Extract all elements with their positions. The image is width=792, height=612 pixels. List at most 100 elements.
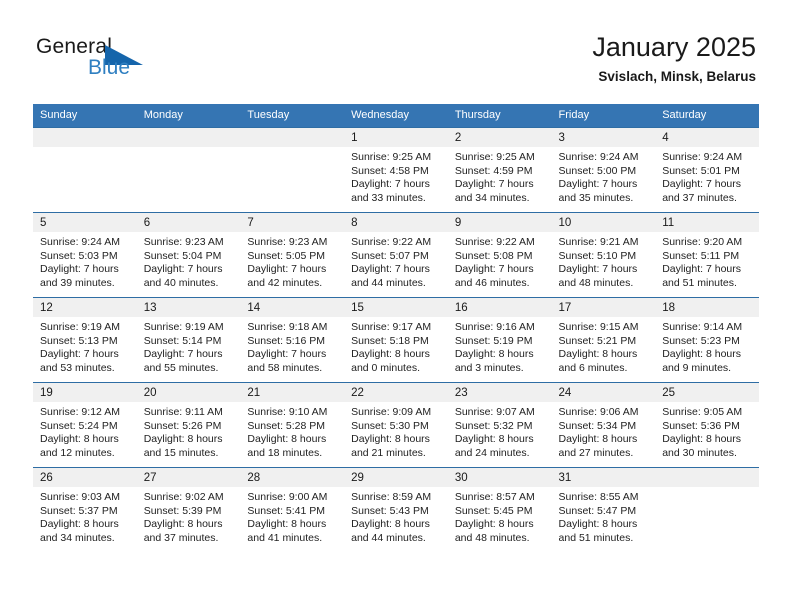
day-details: Sunrise: 9:12 AM Sunset: 5:24 PM Daylight:… bbox=[33, 402, 137, 460]
day-details: Sunrise: 9:14 AM Sunset: 5:23 PM Daylight:… bbox=[655, 317, 759, 375]
day-number: 17 bbox=[551, 298, 656, 317]
daylight-text-line1: Daylight: 7 hours bbox=[454, 263, 534, 276]
day-number: 23 bbox=[447, 383, 552, 402]
daylight-text-line1: Daylight: 7 hours bbox=[558, 178, 638, 191]
page-header: General Blue January 2025 Svislach, Mins… bbox=[0, 0, 792, 100]
day-details: Sunrise: 9:19 AM Sunset: 5:14 PM Daylight:… bbox=[137, 317, 241, 375]
calendar-day-cell[interactable]: 17 Sunrise: 9:15 AM Sunset: 5:21 PM Dayligh… bbox=[551, 297, 656, 383]
daylight-text-line2: and 9 minutes. bbox=[662, 361, 732, 374]
sunset-text: Sunset: 5:37 PM bbox=[40, 504, 118, 517]
day-number: 25 bbox=[655, 383, 759, 402]
calendar-body: 1 Sunrise: 9:25 AM Sunset: 4:58 PM Daylight… bbox=[33, 127, 759, 552]
daylight-text-line1: Daylight: 7 hours bbox=[40, 263, 119, 276]
calendar-day-cell[interactable]: 1 Sunrise: 9:25 AM Sunset: 4:58 PM Daylight… bbox=[344, 127, 448, 213]
calendar-day-cell[interactable]: 2 Sunrise: 9:25 AM Sunset: 4:59 PM Daylight… bbox=[447, 127, 552, 213]
daylight-text-line1: Daylight: 8 hours bbox=[247, 518, 327, 531]
daylight-text-line1: Daylight: 7 hours bbox=[662, 178, 742, 191]
calendar-day-cell[interactable]: 5 Sunrise: 9:24 AM Sunset: 5:03 PM Daylight… bbox=[33, 212, 137, 298]
day-number: 22 bbox=[344, 383, 448, 402]
daylight-text-line2: and 6 minutes. bbox=[558, 361, 628, 374]
sunset-text: Sunset: 5:28 PM bbox=[247, 419, 326, 432]
sunset-text: Sunset: 5:03 PM bbox=[40, 249, 118, 262]
daylight-text-line1: Daylight: 8 hours bbox=[247, 433, 327, 446]
daylight-text-line2: and 46 minutes. bbox=[454, 276, 530, 289]
daylight-text-line1: Daylight: 8 hours bbox=[351, 433, 430, 446]
sunset-text: Sunset: 5:30 PM bbox=[351, 419, 429, 432]
calendar-day-cell[interactable]: 21 Sunrise: 9:10 AM Sunset: 5:28 PM Dayligh… bbox=[240, 382, 345, 468]
day-number: 29 bbox=[344, 468, 448, 487]
sunset-text: Sunset: 4:58 PM bbox=[351, 164, 429, 177]
weekday-header-friday: Friday bbox=[551, 104, 656, 128]
calendar-day-cell[interactable]: 3 Sunrise: 9:24 AM Sunset: 5:00 PM Daylight… bbox=[551, 127, 656, 213]
day-number: 10 bbox=[551, 213, 656, 232]
calendar-day-cell[interactable]: 29 Sunrise: 8:59 AM Sunset: 5:43 PM Dayligh… bbox=[344, 467, 448, 552]
calendar-day-cell[interactable]: 31 Sunrise: 8:55 AM Sunset: 5:47 PM Dayligh… bbox=[551, 467, 656, 552]
calendar-week-row: 26 Sunrise: 9:03 AM Sunset: 5:37 PM Dayligh… bbox=[33, 467, 759, 552]
day-number: 31 bbox=[551, 468, 656, 487]
sunset-text: Sunset: 5:41 PM bbox=[247, 504, 326, 517]
day-number: 4 bbox=[655, 128, 759, 147]
calendar-day-cell[interactable]: 4 Sunrise: 9:24 AM Sunset: 5:01 PM Daylight… bbox=[655, 127, 759, 213]
calendar-day-cell[interactable]: 24 Sunrise: 9:06 AM Sunset: 5:34 PM Dayligh… bbox=[551, 382, 656, 468]
calendar-day-cell[interactable]: 25 Sunrise: 9:05 AM Sunset: 5:36 PM Dayligh… bbox=[655, 382, 759, 468]
sunset-text: Sunset: 5:10 PM bbox=[558, 249, 637, 262]
calendar-day-cell[interactable]: 7 Sunrise: 9:23 AM Sunset: 5:05 PM Daylight… bbox=[240, 212, 345, 298]
sunset-text: Sunset: 5:14 PM bbox=[143, 334, 222, 347]
calendar-day-cell[interactable]: 28 Sunrise: 9:00 AM Sunset: 5:41 PM Dayligh… bbox=[240, 467, 345, 552]
sunset-text: Sunset: 5:13 PM bbox=[40, 334, 118, 347]
day-number: 26 bbox=[33, 468, 137, 487]
sunrise-text: Sunrise: 9:19 AM bbox=[40, 321, 120, 333]
calendar-day-cell[interactable]: 15 Sunrise: 9:17 AM Sunset: 5:18 PM Dayligh… bbox=[344, 297, 448, 383]
day-number: 3 bbox=[551, 128, 656, 147]
day-number bbox=[33, 128, 137, 147]
calendar-day-cell[interactable]: 19 Sunrise: 9:12 AM Sunset: 5:24 PM Dayligh… bbox=[33, 382, 137, 468]
calendar-day-cell[interactable]: 23 Sunrise: 9:07 AM Sunset: 5:32 PM Dayligh… bbox=[447, 382, 552, 468]
brand-logo[interactable]: General Blue bbox=[36, 36, 276, 88]
calendar-day-cell[interactable]: 12 Sunrise: 9:19 AM Sunset: 5:13 PM Dayligh… bbox=[33, 297, 137, 383]
calendar-day-cell[interactable]: 6 Sunrise: 9:23 AM Sunset: 5:04 PM Daylight… bbox=[136, 212, 241, 298]
daylight-text-line2: and 55 minutes. bbox=[143, 361, 219, 374]
calendar-day-cell[interactable]: 26 Sunrise: 9:03 AM Sunset: 5:37 PM Dayligh… bbox=[33, 467, 137, 552]
daylight-text-line2: and 51 minutes. bbox=[558, 531, 634, 544]
sunset-text: Sunset: 5:26 PM bbox=[143, 419, 222, 432]
daylight-text-line2: and 58 minutes. bbox=[247, 361, 323, 374]
calendar-day-cell[interactable]: 11 Sunrise: 9:20 AM Sunset: 5:11 PM Dayligh… bbox=[655, 212, 759, 298]
day-details: Sunrise: 9:18 AM Sunset: 5:16 PM Daylight:… bbox=[240, 317, 344, 375]
calendar-day-cell[interactable]: 30 Sunrise: 8:57 AM Sunset: 5:45 PM Dayligh… bbox=[447, 467, 552, 552]
calendar-day-cell[interactable]: 10 Sunrise: 9:21 AM Sunset: 5:10 PM Dayligh… bbox=[551, 212, 656, 298]
daylight-text-line1: Daylight: 8 hours bbox=[558, 433, 638, 446]
day-details: Sunrise: 9:16 AM Sunset: 5:19 PM Daylight:… bbox=[448, 317, 552, 375]
day-details: Sunrise: 8:55 AM Sunset: 5:47 PM Daylight:… bbox=[552, 487, 656, 545]
brand-name-general: General bbox=[36, 35, 113, 58]
sunrise-text: Sunrise: 9:23 AM bbox=[143, 236, 224, 248]
daylight-text-line1: Daylight: 8 hours bbox=[351, 518, 430, 531]
daylight-text-line1: Daylight: 8 hours bbox=[143, 518, 223, 531]
weekday-header-thursday: Thursday bbox=[447, 104, 552, 128]
daylight-text-line2: and 24 minutes. bbox=[454, 446, 530, 459]
calendar-week-row: 19 Sunrise: 9:12 AM Sunset: 5:24 PM Dayligh… bbox=[33, 382, 759, 468]
calendar-day-cell[interactable]: 9 Sunrise: 9:22 AM Sunset: 5:08 PM Daylight… bbox=[447, 212, 552, 298]
day-details: Sunrise: 9:19 AM Sunset: 5:13 PM Daylight:… bbox=[33, 317, 137, 375]
daylight-text-line1: Daylight: 7 hours bbox=[247, 348, 327, 361]
daylight-text-line1: Daylight: 8 hours bbox=[454, 348, 534, 361]
calendar-day-cell[interactable]: 14 Sunrise: 9:18 AM Sunset: 5:16 PM Dayligh… bbox=[240, 297, 345, 383]
calendar-day-cell[interactable]: 16 Sunrise: 9:16 AM Sunset: 5:19 PM Dayligh… bbox=[447, 297, 552, 383]
day-number: 2 bbox=[447, 128, 552, 147]
calendar-day-cell[interactable]: 22 Sunrise: 9:09 AM Sunset: 5:30 PM Dayligh… bbox=[344, 382, 448, 468]
daylight-text-line2: and 3 minutes. bbox=[454, 361, 524, 374]
sunset-text: Sunset: 4:59 PM bbox=[454, 164, 533, 177]
calendar-day-cell-empty bbox=[33, 127, 137, 213]
calendar-week-row: 5 Sunrise: 9:24 AM Sunset: 5:03 PM Daylight… bbox=[33, 212, 759, 298]
calendar-day-cell[interactable]: 8 Sunrise: 9:22 AM Sunset: 5:07 PM Daylight… bbox=[344, 212, 448, 298]
day-number: 5 bbox=[33, 213, 137, 232]
calendar-day-cell[interactable]: 18 Sunrise: 9:14 AM Sunset: 5:23 PM Dayligh… bbox=[655, 297, 759, 383]
sunrise-text: Sunrise: 9:11 AM bbox=[143, 406, 223, 418]
location-subtitle: Svislach, Minsk, Belarus bbox=[598, 69, 756, 85]
calendar-day-cell[interactable]: 27 Sunrise: 9:02 AM Sunset: 5:39 PM Dayligh… bbox=[136, 467, 241, 552]
weekday-header-wednesday: Wednesday bbox=[344, 104, 448, 128]
sunrise-text: Sunrise: 9:22 AM bbox=[351, 236, 432, 248]
calendar-day-cell[interactable]: 13 Sunrise: 9:19 AM Sunset: 5:14 PM Dayligh… bbox=[136, 297, 241, 383]
daylight-text-line1: Daylight: 7 hours bbox=[40, 348, 119, 361]
calendar-day-cell[interactable]: 20 Sunrise: 9:11 AM Sunset: 5:26 PM Dayligh… bbox=[136, 382, 241, 468]
calendar-day-cell-empty bbox=[655, 467, 759, 552]
